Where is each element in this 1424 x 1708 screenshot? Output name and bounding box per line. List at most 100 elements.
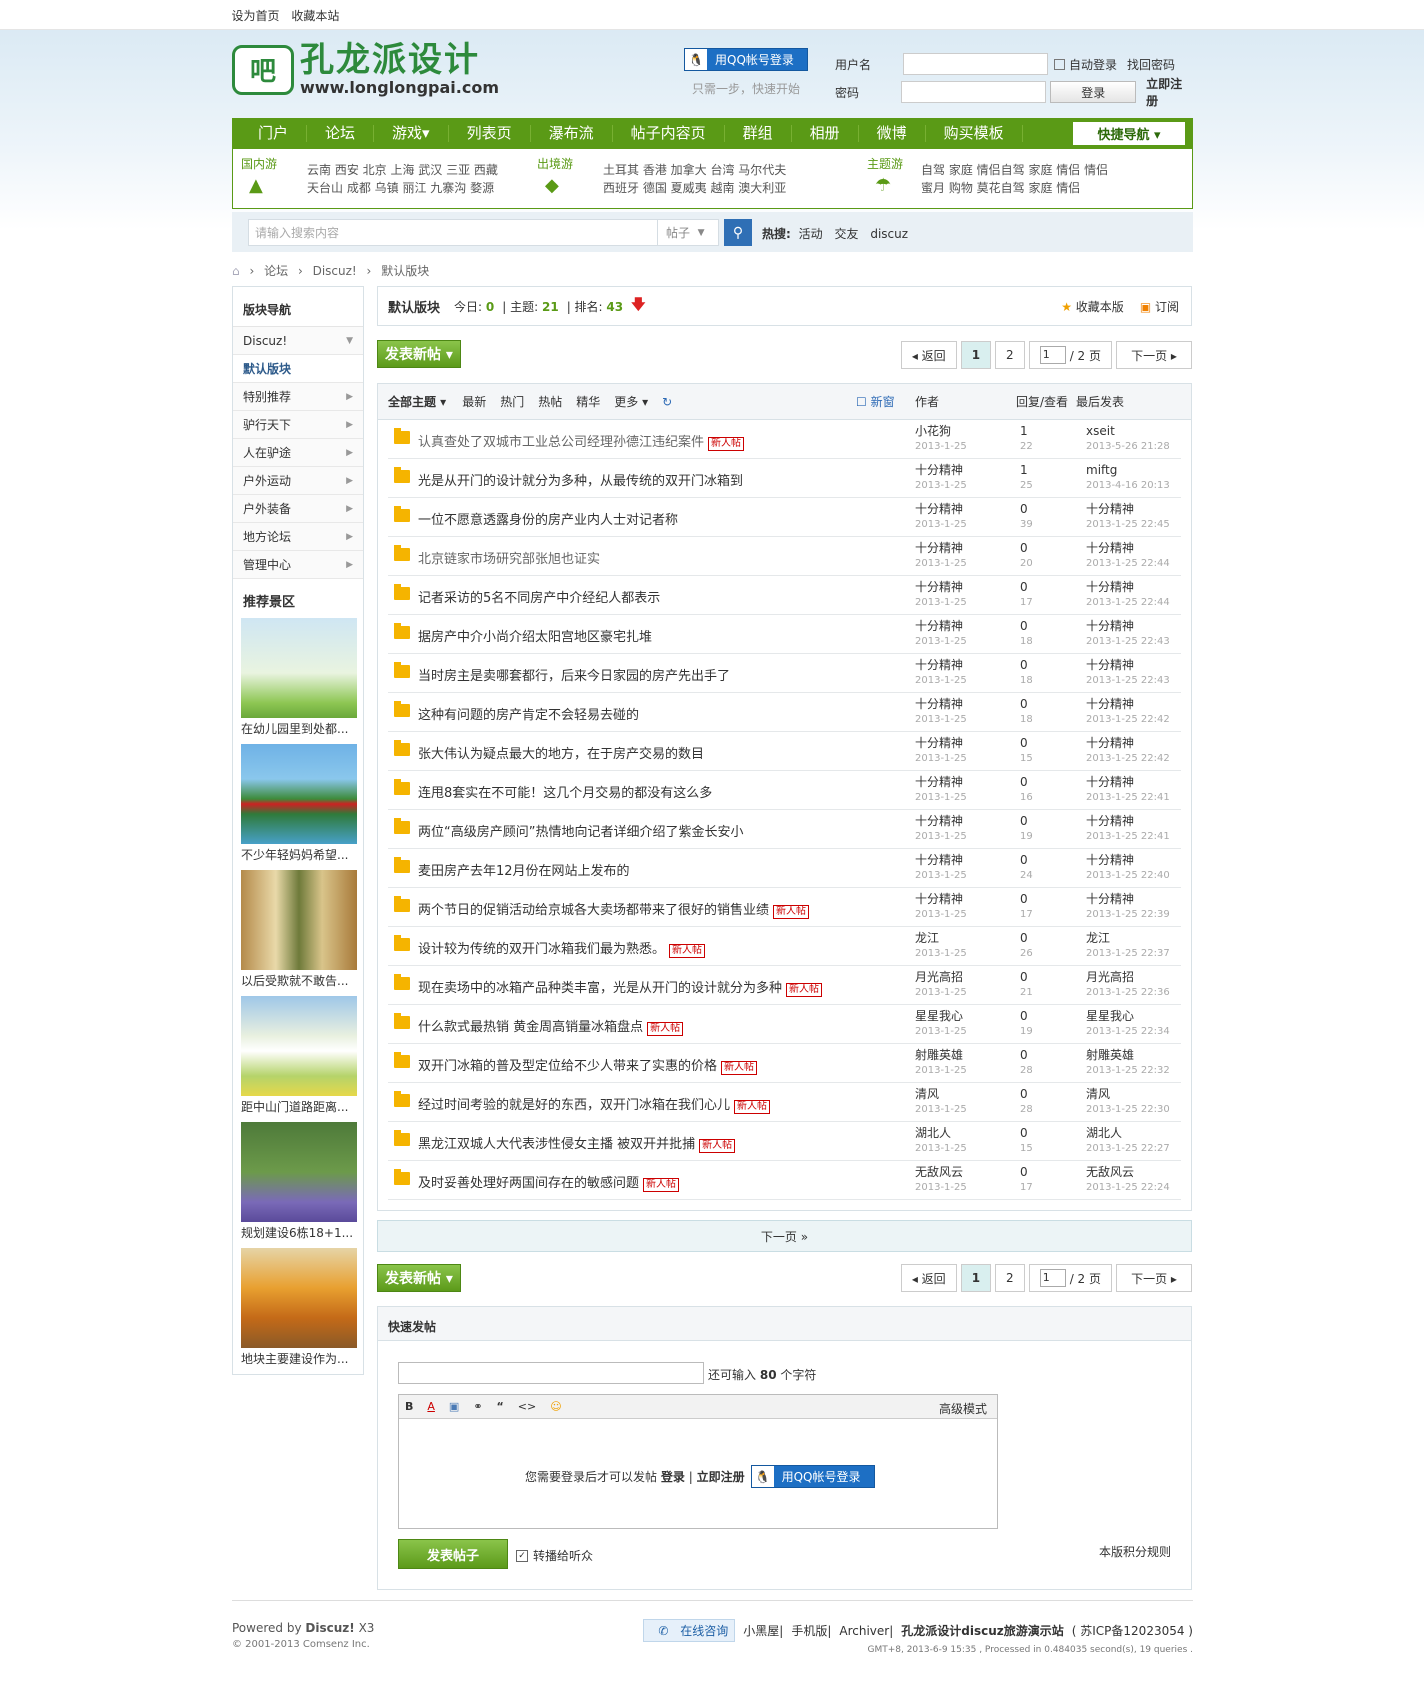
scenic-image[interactable] xyxy=(241,744,357,844)
thread-author[interactable]: 十分精神 2013-1-25 xyxy=(915,580,967,610)
editor-qq-login-button[interactable]: 🐧 用QQ帐号登录 xyxy=(750,1465,875,1488)
thread-title[interactable]: 什么款式最热销 黄金周高销量冰箱盘点 新人帖 xyxy=(418,1016,684,1036)
submit-post-button[interactable]: 发表帖子 xyxy=(398,1539,508,1569)
scenic-image[interactable] xyxy=(241,1122,357,1222)
next-page-bar[interactable]: 下一页 » xyxy=(377,1220,1192,1252)
subnav-line[interactable]: 天台山 成都 乌镇 丽江 九寨沟 婺源 xyxy=(307,179,498,197)
editor-login-link[interactable]: 登录 xyxy=(661,1468,685,1485)
thread-author[interactable]: 无敌风云 2013-1-25 xyxy=(915,1165,967,1195)
search-button[interactable]: ⚲ xyxy=(724,219,752,246)
scenic-caption[interactable]: 规划建设6栋18+1... xyxy=(241,1224,357,1240)
footer-icp[interactable]: ( 苏ICP备12023054 ) xyxy=(1072,1622,1193,1639)
thread-title[interactable]: 双开门冰箱的普及型定位给不少人带来了实惠的价格 新人帖 xyxy=(418,1055,758,1075)
scenic-image[interactable] xyxy=(241,996,357,1096)
thread-author[interactable]: 十分精神 2013-1-25 xyxy=(915,541,967,571)
font-color-icon[interactable]: A xyxy=(427,1400,435,1413)
scenic-card[interactable]: 地块主要建设作为... xyxy=(241,1248,357,1366)
thread-last-post[interactable]: 清风 2013-1-25 22:30 xyxy=(1086,1087,1170,1117)
nav-item[interactable]: 相册 xyxy=(792,125,859,142)
page-jump[interactable]: 1/ 2 页 xyxy=(1028,1264,1112,1292)
quote-icon[interactable]: “ xyxy=(497,1400,504,1413)
thread-last-post[interactable]: 十分精神 2013-1-25 22:43 xyxy=(1086,658,1170,688)
sidebar-item[interactable]: 驴行天下 ▶ xyxy=(233,411,363,439)
thread-last-post[interactable]: 月光高招 2013-1-25 22:36 xyxy=(1086,970,1170,1000)
thread-last-post[interactable]: 龙江 2013-1-25 22:37 xyxy=(1086,931,1170,961)
sidebar-item[interactable]: 管理中心 ▶ xyxy=(233,551,363,579)
scenic-card[interactable]: 在幼儿园里到处都... xyxy=(241,618,357,736)
page-input[interactable]: 1 xyxy=(1039,346,1066,364)
link-icon[interactable]: ⚭ xyxy=(473,1400,482,1413)
thread-last-post[interactable]: 十分精神 2013-1-25 22:39 xyxy=(1086,892,1170,922)
thread-title[interactable]: 一位不愿意透露身份的房产业内人士对记者称 xyxy=(418,509,678,528)
scenic-image[interactable] xyxy=(241,1248,357,1348)
thread-title[interactable]: 北京链家市场研究部张旭也证实 xyxy=(418,548,600,567)
thread-last-post[interactable]: 十分精神 2013-1-25 22:44 xyxy=(1086,580,1170,610)
footer-link[interactable]: Archiver xyxy=(839,1624,889,1638)
back-button[interactable]: ◂ 返回 xyxy=(900,341,957,369)
thread-author[interactable]: 十分精神 2013-1-25 xyxy=(915,775,967,805)
subnav-links[interactable]: 云南 西安 北京 上海 武汉 三亚 西藏 天台山 成都 乌镇 丽江 九寨沟 婺源 xyxy=(307,161,498,197)
username-input[interactable] xyxy=(903,53,1048,75)
thread-author[interactable]: 十分精神 2013-1-25 xyxy=(915,619,967,649)
thread-author[interactable]: 星星我心 2013-1-25 xyxy=(915,1009,967,1039)
subnav-line[interactable]: 土耳其 香港 加拿大 台湾 马尔代夫 xyxy=(603,161,786,179)
login-button[interactable]: 登录 xyxy=(1050,81,1137,103)
scenic-caption[interactable]: 距中山门道路距离... xyxy=(241,1098,357,1114)
footer-link[interactable]: 小黑屋 xyxy=(743,1622,779,1639)
hot-search-link[interactable]: 交友 xyxy=(834,227,858,241)
password-input[interactable] xyxy=(901,81,1047,103)
thread-author[interactable]: 十分精神 2013-1-25 xyxy=(915,697,967,727)
sidebar-item[interactable]: 特别推荐 ▶ xyxy=(233,383,363,411)
next-page-button[interactable]: 下一页 ▸ xyxy=(1116,341,1192,369)
scenic-caption[interactable]: 在幼儿园里到处都... xyxy=(241,720,357,736)
nav-item[interactable]: 论坛 xyxy=(307,125,375,142)
subnav-line[interactable]: 云南 西安 北京 上海 武汉 三亚 西藏 xyxy=(307,161,498,179)
editor-register-link[interactable]: 立即注册 xyxy=(697,1468,745,1485)
advanced-mode-link[interactable]: 高级模式 xyxy=(939,1400,987,1417)
thread-last-post[interactable]: 射雕英雄 2013-1-25 22:32 xyxy=(1086,1048,1170,1078)
site-logo[interactable]: 吧 孔龙派设计 www.longlongpai.com xyxy=(232,42,499,97)
subnav-links[interactable]: 土耳其 香港 加拿大 台湾 马尔代夫 西班牙 德国 夏威夷 越南 澳大利亚 xyxy=(603,161,786,197)
nav-item[interactable]: 列表页 xyxy=(449,125,531,142)
page-jump[interactable]: 1/ 2 页 xyxy=(1028,341,1112,369)
nav-item[interactable]: 微博 xyxy=(859,125,926,142)
post-editor[interactable]: B A ▣ ⚭ “ <> ☺ 高级模式 您需要登录后才可以发帖 登录 | 立即注… xyxy=(398,1394,998,1529)
back-button[interactable]: ◂ 返回 xyxy=(900,1264,957,1292)
thread-author[interactable]: 月光高招 2013-1-25 xyxy=(915,970,967,1000)
thread-last-post[interactable]: 十分精神 2013-1-25 22:41 xyxy=(1086,775,1170,805)
thread-title[interactable]: 及时妥善处理好两国间存在的敏感问题 新人帖 xyxy=(418,1172,680,1192)
nav-item[interactable]: 购买模板 xyxy=(926,125,1023,142)
subnav-links[interactable]: 自驾 家庭 情侣自驾 家庭 情侣 情侣 蜜月 购物 莫花自驾 家庭 情侣 xyxy=(921,161,1108,197)
nav-item[interactable]: 门户 xyxy=(240,125,308,142)
favorite-board-button[interactable]: ★ 收藏本版 xyxy=(1061,298,1124,315)
credit-rules-link[interactable]: 本版积分规则 xyxy=(1099,1543,1171,1560)
thread-last-post[interactable]: 星星我心 2013-1-25 22:34 xyxy=(1086,1009,1170,1039)
sidebar-item[interactable]: 人在驴途 ▶ xyxy=(233,439,363,467)
scenic-card[interactable]: 规划建设6栋18+1... xyxy=(241,1122,357,1240)
thread-last-post[interactable]: 十分精神 2013-1-25 22:43 xyxy=(1086,619,1170,649)
scenic-image[interactable] xyxy=(241,870,357,970)
hot-search-link[interactable]: 活动 xyxy=(799,227,823,241)
thread-title[interactable]: 光是从开门的设计就分为多种，从最传统的双开门冰箱到 xyxy=(418,470,743,489)
page-2[interactable]: 2 xyxy=(995,1264,1025,1292)
thread-author[interactable]: 十分精神 2013-1-25 xyxy=(915,502,967,532)
discuz-link[interactable]: Discuz! xyxy=(305,1621,354,1635)
filter-more[interactable]: 更多 ▾ xyxy=(614,393,648,410)
thread-author[interactable]: 小花狗 2013-1-25 xyxy=(915,424,967,454)
new-window-checkbox[interactable]: ☐ 新窗 xyxy=(856,393,895,410)
filter-hotpost[interactable]: 热帖 xyxy=(538,393,562,410)
auto-login-checkbox[interactable]: 自动登录 xyxy=(1054,56,1117,73)
thread-last-post[interactable]: 十分精神 2013-1-25 22:42 xyxy=(1086,736,1170,766)
nav-item[interactable]: 帖子内容页 xyxy=(613,125,725,142)
filter-latest[interactable]: 最新 xyxy=(462,393,486,410)
thread-author[interactable]: 射雕英雄 2013-1-25 xyxy=(915,1048,967,1078)
scenic-caption[interactable]: 地块主要建设作为... xyxy=(241,1350,357,1366)
forward-checkbox[interactable]: ✓ 转播给听众 xyxy=(516,1547,593,1564)
subnav-line[interactable]: 西班牙 德国 夏威夷 越南 澳大利亚 xyxy=(603,179,786,197)
breadcrumb-item[interactable]: 默认版块 xyxy=(381,264,429,278)
thread-author[interactable]: 十分精神 2013-1-25 xyxy=(915,736,967,766)
scenic-card[interactable]: 以后受欺就不敢告... xyxy=(241,870,357,988)
thread-author[interactable]: 清风 2013-1-25 xyxy=(915,1087,967,1117)
post-title-input[interactable] xyxy=(398,1362,704,1384)
scenic-image[interactable] xyxy=(241,618,357,718)
